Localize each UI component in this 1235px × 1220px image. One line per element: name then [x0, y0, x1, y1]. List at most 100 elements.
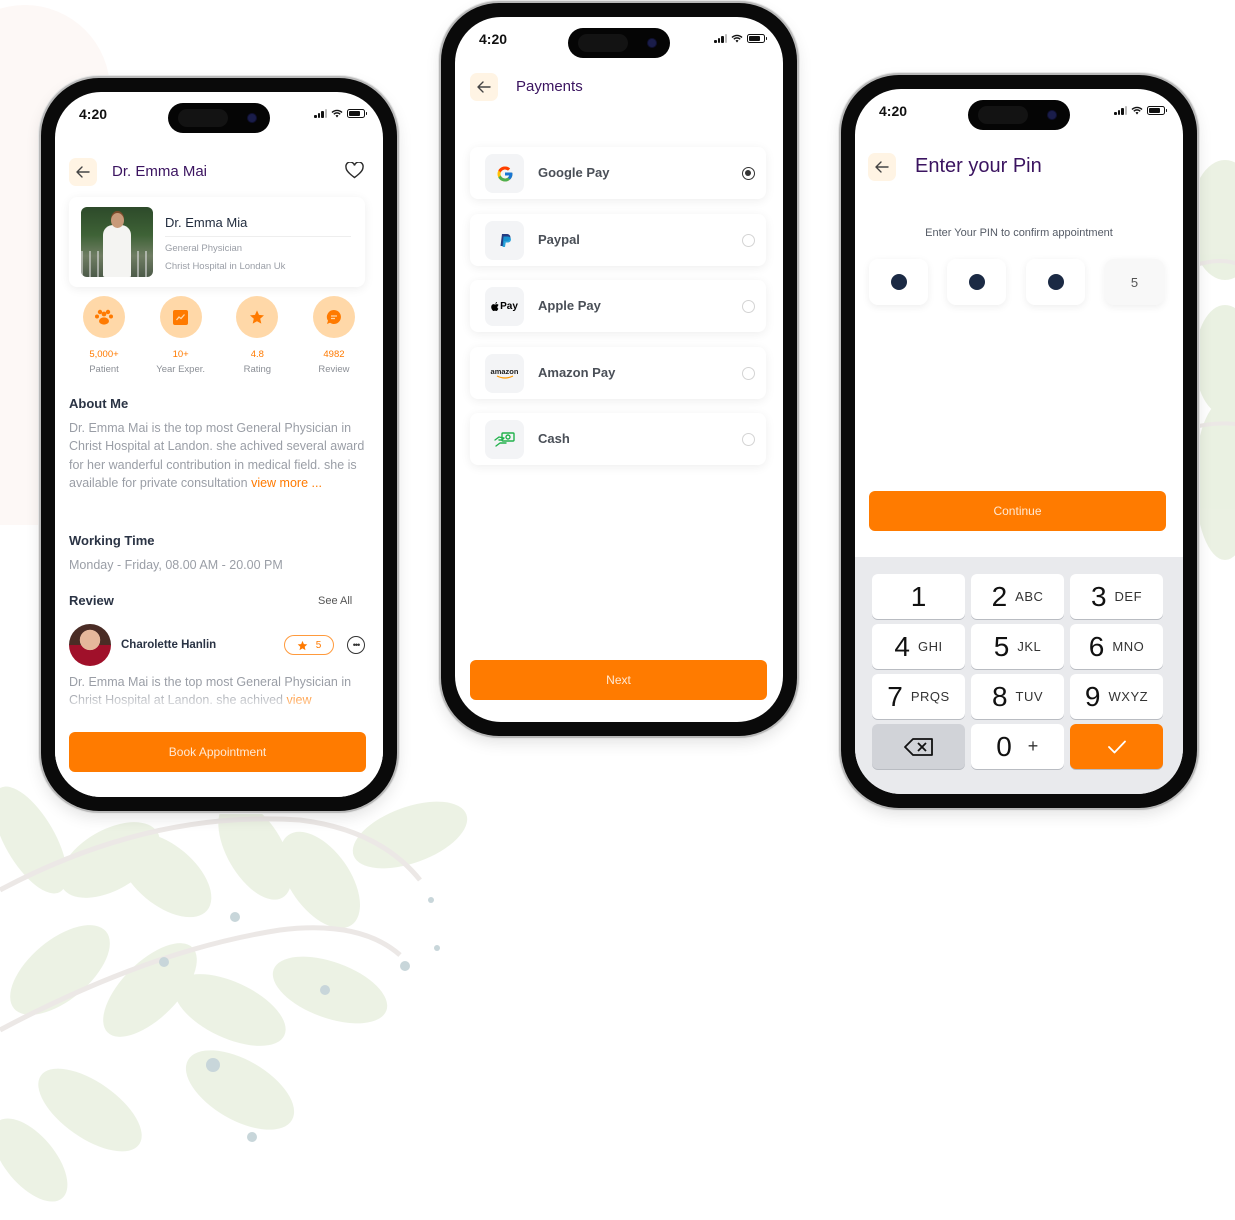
- confirm-key[interactable]: [1070, 724, 1163, 769]
- dynamic-island: [168, 103, 270, 133]
- key-letters: PRQS: [910, 689, 950, 704]
- payment-label: Apple Pay: [538, 298, 601, 313]
- key-8[interactable]: 8 TUV: [971, 674, 1064, 719]
- paypal-icon: [485, 221, 524, 260]
- status-time: 4:20: [79, 106, 108, 122]
- key-number: 8: [991, 680, 1008, 712]
- phone-enter-pin: 4:20 Enter your Pin Enter Your PIN to co…: [841, 75, 1197, 808]
- phone-doctor-profile: 4:20 Dr. Emma Mai Dr. Emma Mia General P…: [41, 78, 397, 811]
- key-number: 1: [910, 580, 927, 612]
- pin-digit-1[interactable]: [869, 259, 928, 305]
- radio-unselected[interactable]: [742, 433, 755, 446]
- star-icon: [250, 310, 265, 324]
- stat-patients: 5,000+ Patient: [69, 296, 139, 375]
- pin-digit-4[interactable]: 5: [1105, 259, 1164, 305]
- dynamic-island: [568, 28, 670, 58]
- key-2[interactable]: 2 ABC: [971, 574, 1064, 619]
- payment-option-paypal[interactable]: Paypal: [470, 214, 766, 266]
- phone-payments: 4:20 Payments Google Pay Paypal Pay Appl…: [441, 3, 797, 736]
- apple-icon: [491, 302, 499, 311]
- payment-label: Amazon Pay: [538, 365, 616, 380]
- payment-option-amazon-pay[interactable]: amazon Amazon Pay: [470, 347, 766, 399]
- amazon-icon: amazon: [485, 354, 524, 393]
- stat-experience: 10+ Year Exper.: [146, 296, 216, 375]
- continue-button[interactable]: Continue: [869, 491, 1166, 531]
- key-number: 0: [996, 730, 1012, 762]
- key-0[interactable]: 0 +: [971, 724, 1064, 769]
- battery-icon: [747, 34, 767, 43]
- next-button[interactable]: Next: [470, 660, 767, 700]
- key-letters: +: [1027, 736, 1039, 756]
- heart-icon[interactable]: [345, 162, 364, 179]
- pin-digit-3[interactable]: [1026, 259, 1085, 305]
- back-button[interactable]: [69, 158, 97, 186]
- pin-subtitle: Enter Your PIN to confirm appointment: [925, 227, 1113, 239]
- book-appointment-button[interactable]: Book Appointment: [69, 732, 366, 772]
- radio-unselected[interactable]: [742, 234, 755, 247]
- stat-label: Review: [318, 364, 350, 375]
- key-number: 9: [1084, 680, 1101, 712]
- payment-label: Google Pay: [538, 165, 610, 180]
- pin-dot: [1047, 274, 1064, 290]
- key-number: 3: [1090, 580, 1107, 612]
- stat-value: 5,000+: [89, 349, 119, 360]
- radio-unselected[interactable]: [742, 300, 755, 313]
- doctor-specialty: General Physician: [165, 243, 243, 254]
- about-text: Dr. Emma Mai is the top most General Phy…: [69, 419, 367, 493]
- payment-option-apple-pay[interactable]: Pay Apple Pay: [470, 280, 766, 332]
- star-icon: [297, 640, 308, 650]
- status-icons: [1114, 106, 1167, 115]
- chat-icon: [326, 309, 341, 324]
- radio-selected[interactable]: [742, 167, 755, 180]
- rating-badge: 5: [284, 635, 334, 655]
- pin-digit-2[interactable]: [947, 259, 1006, 305]
- back-button[interactable]: [868, 153, 896, 181]
- review-view-link[interactable]: view: [287, 693, 312, 707]
- amazon-text: amazon: [490, 366, 519, 376]
- key-7[interactable]: 7 PRQS: [872, 674, 965, 719]
- reviewer-avatar: [69, 624, 111, 666]
- battery-icon: [347, 109, 367, 118]
- page-title: Dr. Emma Mai: [112, 163, 208, 180]
- google-icon: [485, 154, 524, 193]
- leaves-decoration: [0, 786, 468, 1202]
- stats-row: 5,000+ Patient 10+ Year Exper. 4.8 Ratin…: [69, 296, 369, 375]
- doctor-photo: [81, 207, 153, 277]
- see-all-link[interactable]: See All: [318, 595, 352, 607]
- stat-value: 4982: [323, 349, 345, 360]
- apple-pay-icon: Pay: [485, 287, 524, 326]
- payment-option-cash[interactable]: Cash: [470, 413, 766, 465]
- pin-dot: [968, 274, 985, 290]
- key-3[interactable]: 3 DEF: [1070, 574, 1163, 619]
- key-letters: GHI: [917, 639, 943, 654]
- key-number: 6: [1088, 630, 1105, 662]
- payment-option-google-pay[interactable]: Google Pay: [470, 147, 766, 199]
- payment-label: Cash: [538, 431, 570, 446]
- backspace-icon: [903, 737, 933, 756]
- key-number: 7: [887, 680, 903, 712]
- backspace-key[interactable]: [872, 724, 965, 769]
- key-9[interactable]: 9 WXYZ: [1070, 674, 1163, 719]
- working-time-text: Monday - Friday, 08.00 AM - 20.00 PM: [69, 558, 283, 572]
- key-6[interactable]: 6 MNO: [1070, 624, 1163, 669]
- stat-label: Year Exper.: [156, 364, 206, 375]
- key-5[interactable]: 5 JKL: [971, 624, 1064, 669]
- stat-reviews: 4982 Review: [299, 296, 369, 375]
- status-time: 4:20: [879, 103, 908, 119]
- key-4[interactable]: 4 GHI: [872, 624, 965, 669]
- chart-icon: [173, 309, 189, 325]
- back-button[interactable]: [470, 73, 498, 101]
- signal-icon: [1114, 106, 1127, 115]
- radio-unselected[interactable]: [742, 367, 755, 380]
- numeric-keypad: 1 2 ABC 3 DEF 4 GHI 5 JKL 6 MNO 7 PRQS 8 TUV 9W…: [855, 557, 1183, 794]
- status-time: 4:20: [479, 31, 508, 47]
- key-1[interactable]: 1: [872, 574, 965, 619]
- status-icons: [314, 109, 367, 118]
- more-icon: •••: [352, 639, 361, 650]
- doctor-card[interactable]: Dr. Emma Mia General Physician Christ Ho…: [69, 197, 365, 287]
- key-number: 4: [894, 630, 910, 662]
- more-options-button[interactable]: •••: [347, 636, 365, 654]
- signal-icon: [314, 109, 327, 118]
- view-more-link[interactable]: view more ...: [251, 476, 322, 490]
- stat-value: 4.8: [250, 349, 264, 360]
